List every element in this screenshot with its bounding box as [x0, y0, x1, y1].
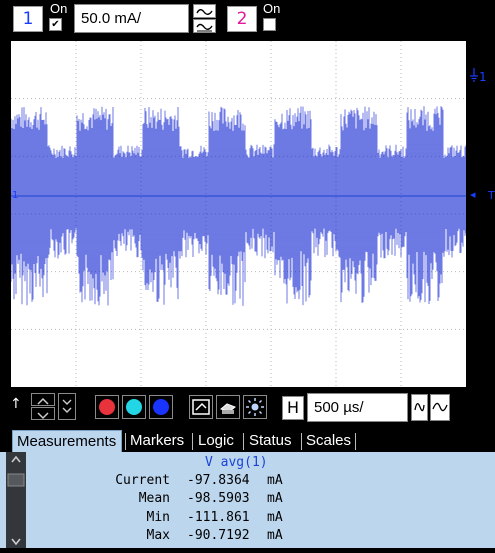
double-chevron-icon [62, 399, 72, 413]
channel-1-ac-coupling-button[interactable] [193, 4, 216, 18]
chevron-up-icon [37, 397, 49, 405]
row-current-value: -97.8364 [187, 473, 250, 488]
timebase-label: H [282, 396, 304, 420]
tab-divider [192, 433, 193, 450]
brightness-button[interactable] [243, 395, 267, 419]
waveform-trace [11, 106, 466, 306]
timebase-increase-button[interactable] [430, 394, 450, 421]
blue-dot-icon [153, 399, 169, 415]
scroll-thumb [7, 473, 25, 487]
scroll-down-icon [11, 538, 21, 546]
row-mean-unit: mA [267, 491, 283, 506]
timebase-field[interactable]: 500 µs/ [307, 393, 408, 422]
ch1-marker-label: 1 [479, 70, 487, 84]
row-mean-value: -98.5903 [187, 491, 250, 506]
chevron-down-icon [37, 412, 49, 420]
cyan-dot-icon [126, 399, 142, 415]
wave-small-icon [414, 403, 425, 412]
channel-2-on-label: On [263, 1, 281, 16]
row-max-value: -90.7192 [187, 528, 250, 543]
measurement-title: V avg(1) [205, 455, 268, 470]
channel-1-on-checkbox[interactable]: ✔ [49, 18, 62, 31]
measurements-scrollbar[interactable] [6, 452, 26, 548]
sun-icon [246, 398, 264, 416]
tab-divider [355, 433, 356, 450]
red-dot-icon [99, 399, 115, 415]
timebase-decrease-button[interactable] [411, 394, 428, 421]
color-red-button[interactable] [95, 395, 119, 419]
row-min-label: Min [146, 510, 170, 525]
channel-1-button[interactable]: 1 [13, 6, 43, 32]
channel-1-scale-field[interactable]: 50.0 mA/ [74, 4, 189, 33]
ground-icon [470, 68, 478, 82]
channel-2-on-checkbox[interactable] [263, 18, 276, 31]
tab-scales[interactable]: Scales [302, 430, 358, 452]
wave-large-icon [432, 402, 448, 412]
row-max-label: Max [146, 528, 170, 543]
row-min-unit: mA [267, 510, 283, 525]
screenshot-button[interactable] [189, 395, 213, 419]
dc-wave-icon [196, 23, 213, 32]
scrollbar-graphic [7, 455, 25, 546]
row-max-unit: mA [267, 528, 283, 543]
tab-measurements[interactable]: Measurements [12, 430, 122, 452]
scale-down-button[interactable] [31, 407, 55, 420]
scroll-up-icon [11, 455, 21, 463]
scale-up-button[interactable] [31, 393, 55, 406]
printer-icon [220, 403, 236, 414]
tab-logic[interactable]: Logic [194, 430, 240, 452]
row-current-unit: mA [267, 473, 283, 488]
channel-1-dc-coupling-button[interactable] [193, 19, 216, 33]
channel-1-on-label: On [50, 1, 68, 16]
print-button[interactable] [216, 395, 240, 419]
waveform-display[interactable] [11, 41, 466, 387]
color-blue-button[interactable] [149, 395, 173, 419]
row-mean-label: Mean [138, 491, 170, 506]
scale-down-double-button[interactable] [58, 393, 76, 420]
tab-markers[interactable]: Markers [126, 430, 188, 452]
channel-1-ground-marker-left: 1 [12, 190, 19, 201]
waveform-plot [11, 41, 466, 387]
tab-divider [243, 433, 244, 450]
channel-2-button[interactable]: 2 [227, 6, 257, 32]
image-export-icon [192, 399, 210, 415]
trigger-marker-label: T [488, 189, 495, 202]
color-cyan-button[interactable] [122, 395, 146, 419]
row-min-value: -111.861 [187, 510, 250, 525]
ac-wave-icon [196, 9, 213, 15]
measurements-panel: V avg(1) Current -97.8364 mA Mean -98.59… [0, 452, 495, 548]
tab-status[interactable]: Status [245, 430, 297, 452]
cursor-up-icon[interactable]: ↑ [10, 396, 22, 412]
row-current-label: Current [115, 473, 170, 488]
left-arrow-icon: ◂ [470, 188, 476, 201]
